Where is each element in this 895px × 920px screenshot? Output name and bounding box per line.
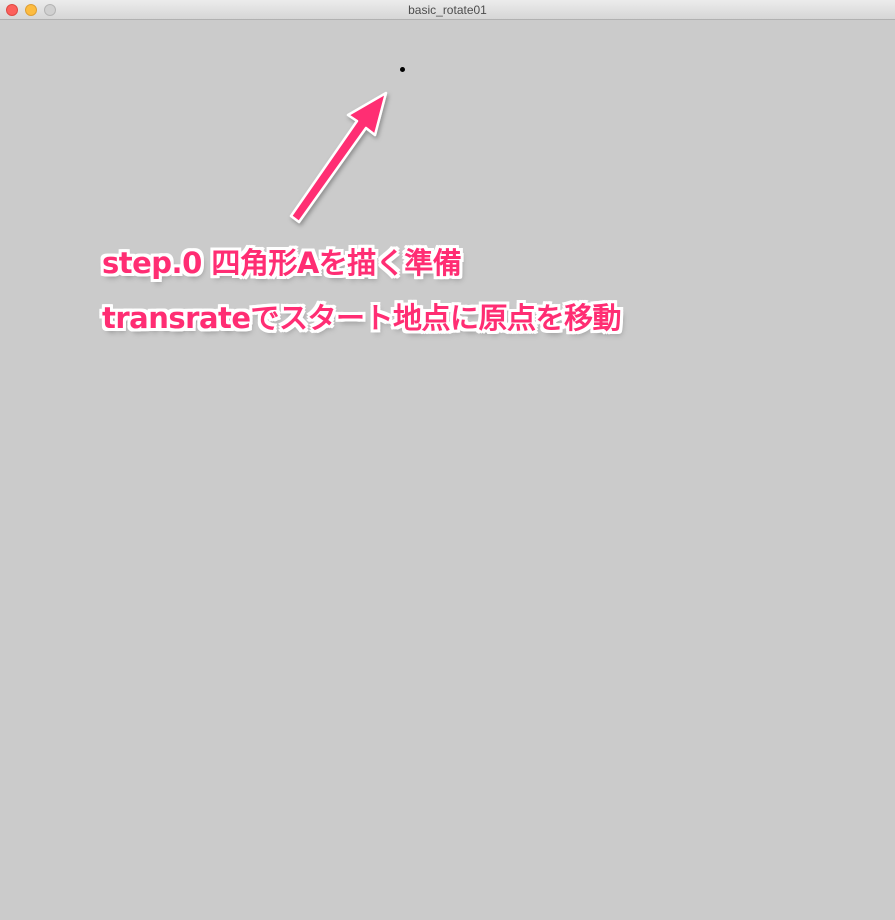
- window-title: basic_rotate01: [408, 3, 487, 17]
- app-window: basic_rotate01 step.0 四角形Aを描く準備 transrat…: [0, 0, 895, 920]
- origin-point: [400, 67, 405, 72]
- title-bar[interactable]: basic_rotate01: [0, 0, 895, 20]
- arrow-up-right-icon: [289, 91, 388, 224]
- annotation-line-2: transrateでスタート地点に原点を移動: [102, 301, 622, 335]
- sketch-canvas[interactable]: step.0 四角形Aを描く準備 transrateでスタート地点に原点を移動: [0, 20, 895, 920]
- annotation-line-1: step.0 四角形Aを描く準備: [102, 246, 462, 280]
